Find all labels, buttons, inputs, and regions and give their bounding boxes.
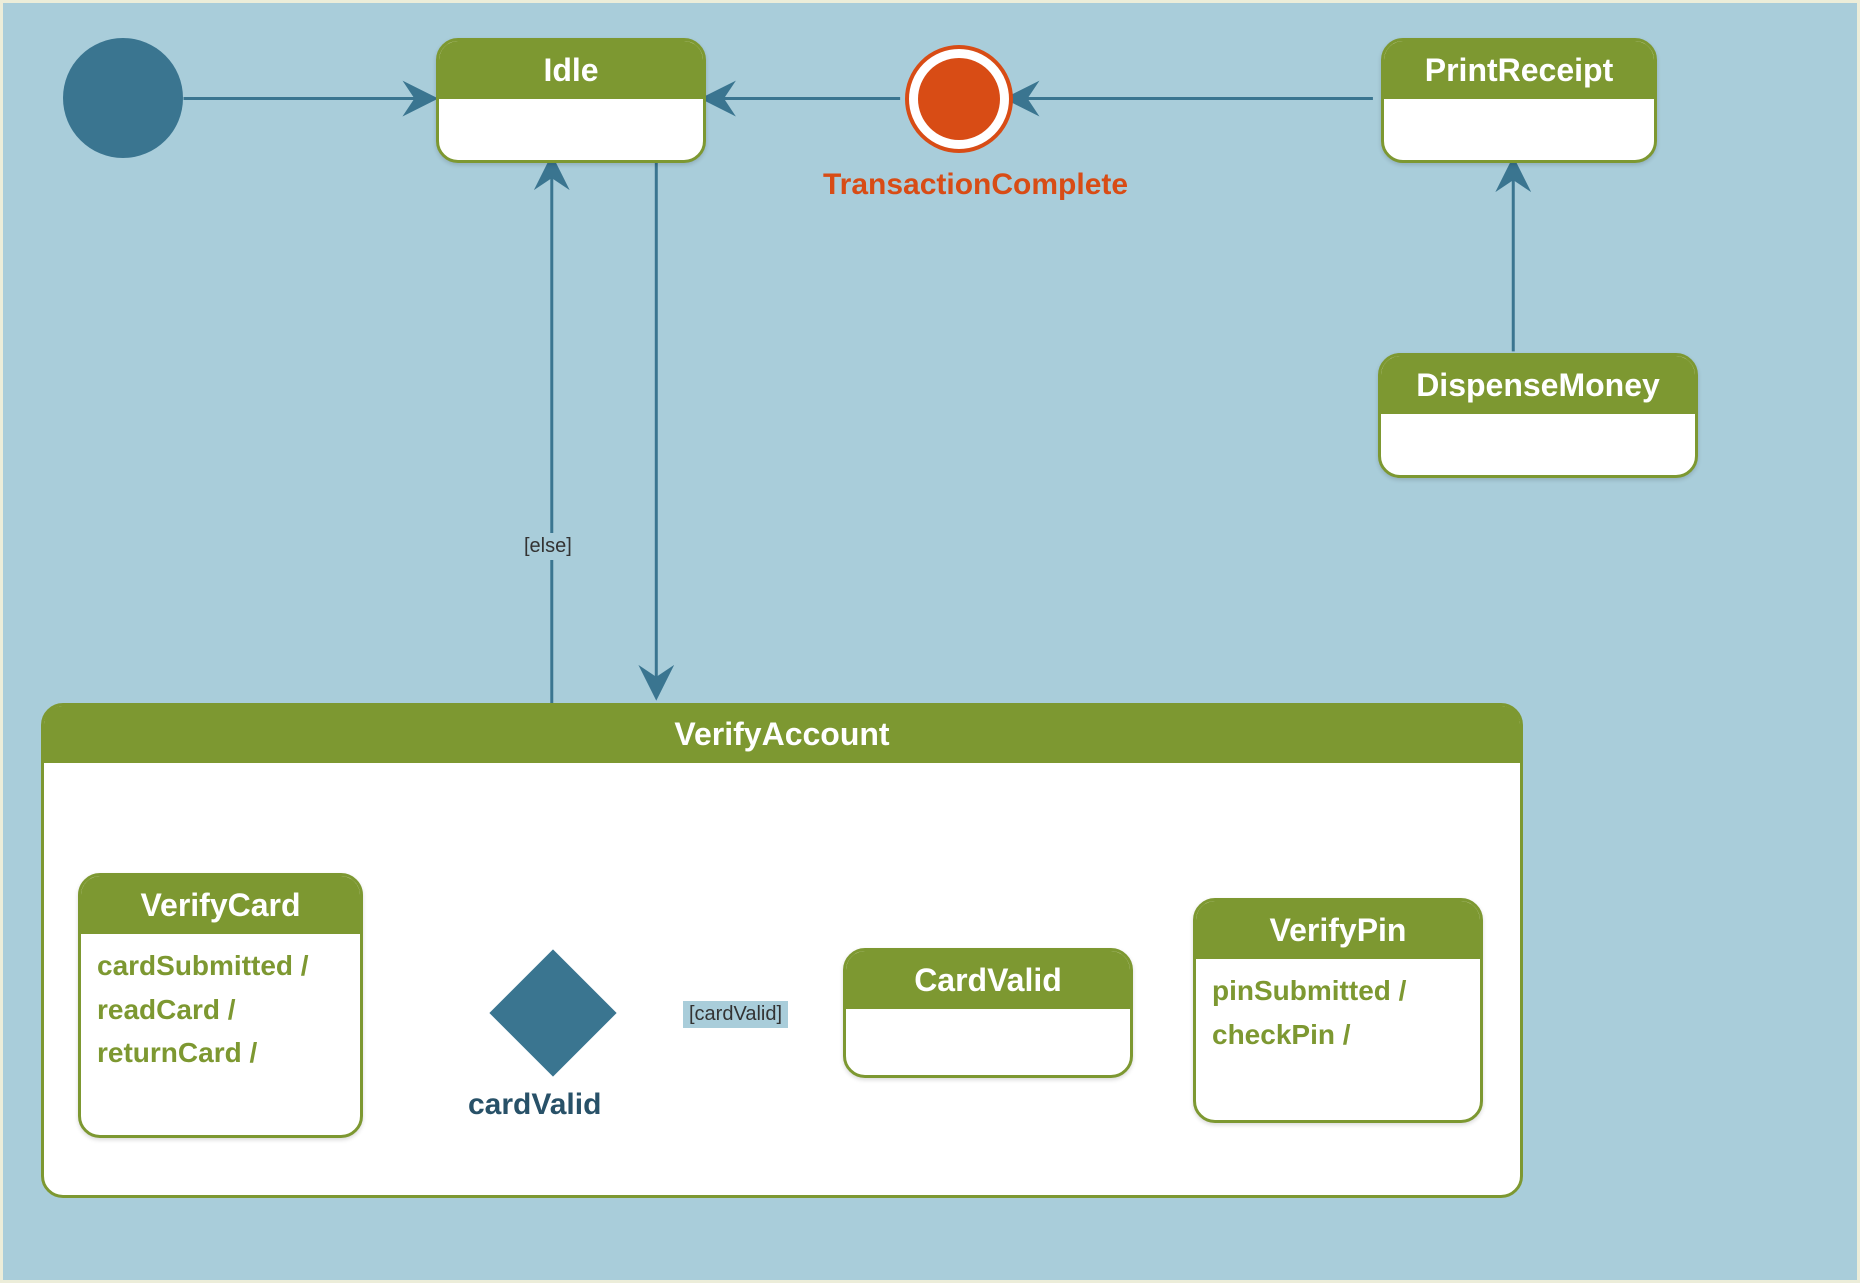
state-card-valid: CardValid: [843, 948, 1133, 1078]
state-card-valid-body: [846, 1009, 1130, 1029]
state-verify-card-title: VerifyCard: [81, 876, 360, 934]
decision-node-label: cardValid: [468, 1088, 601, 1122]
state-print-receipt-body: [1384, 99, 1654, 119]
action-line: pinSubmitted /: [1212, 969, 1464, 1012]
state-print-receipt-title: PrintReceipt: [1384, 41, 1654, 99]
action-line: checkPin /: [1212, 1013, 1464, 1056]
final-state-label: TransactionComplete: [823, 168, 1128, 202]
state-verify-pin-title: VerifyPin: [1196, 901, 1480, 959]
action-line: cardSubmitted /: [97, 944, 344, 987]
state-verify-card: VerifyCard cardSubmitted / readCard / re…: [78, 873, 363, 1138]
guard-card-valid: [cardValid]: [683, 1001, 788, 1028]
state-idle-body: [439, 99, 703, 119]
state-verify-card-body: cardSubmitted / readCard / returnCard /: [81, 934, 360, 1084]
final-state-node: [905, 45, 1013, 153]
initial-state-node: [63, 38, 183, 158]
state-verify-pin: VerifyPin pinSubmitted / checkPin /: [1193, 898, 1483, 1123]
action-line: returnCard /: [97, 1031, 344, 1074]
final-state-inner: [918, 58, 1000, 140]
state-diagram-canvas: Idle TransactionComplete PrintReceipt Di…: [0, 0, 1860, 1283]
state-idle-title: Idle: [439, 41, 703, 99]
state-card-valid-title: CardValid: [846, 951, 1130, 1009]
action-line: readCard /: [97, 988, 344, 1031]
state-dispense-money: DispenseMoney: [1378, 353, 1698, 478]
state-verify-pin-body: pinSubmitted / checkPin /: [1196, 959, 1480, 1066]
state-dispense-money-body: [1381, 414, 1695, 434]
composite-state-verify-account-title: VerifyAccount: [44, 706, 1520, 763]
guard-else: [else]: [518, 533, 578, 560]
state-dispense-money-title: DispenseMoney: [1381, 356, 1695, 414]
state-print-receipt: PrintReceipt: [1381, 38, 1657, 163]
state-idle: Idle: [436, 38, 706, 163]
